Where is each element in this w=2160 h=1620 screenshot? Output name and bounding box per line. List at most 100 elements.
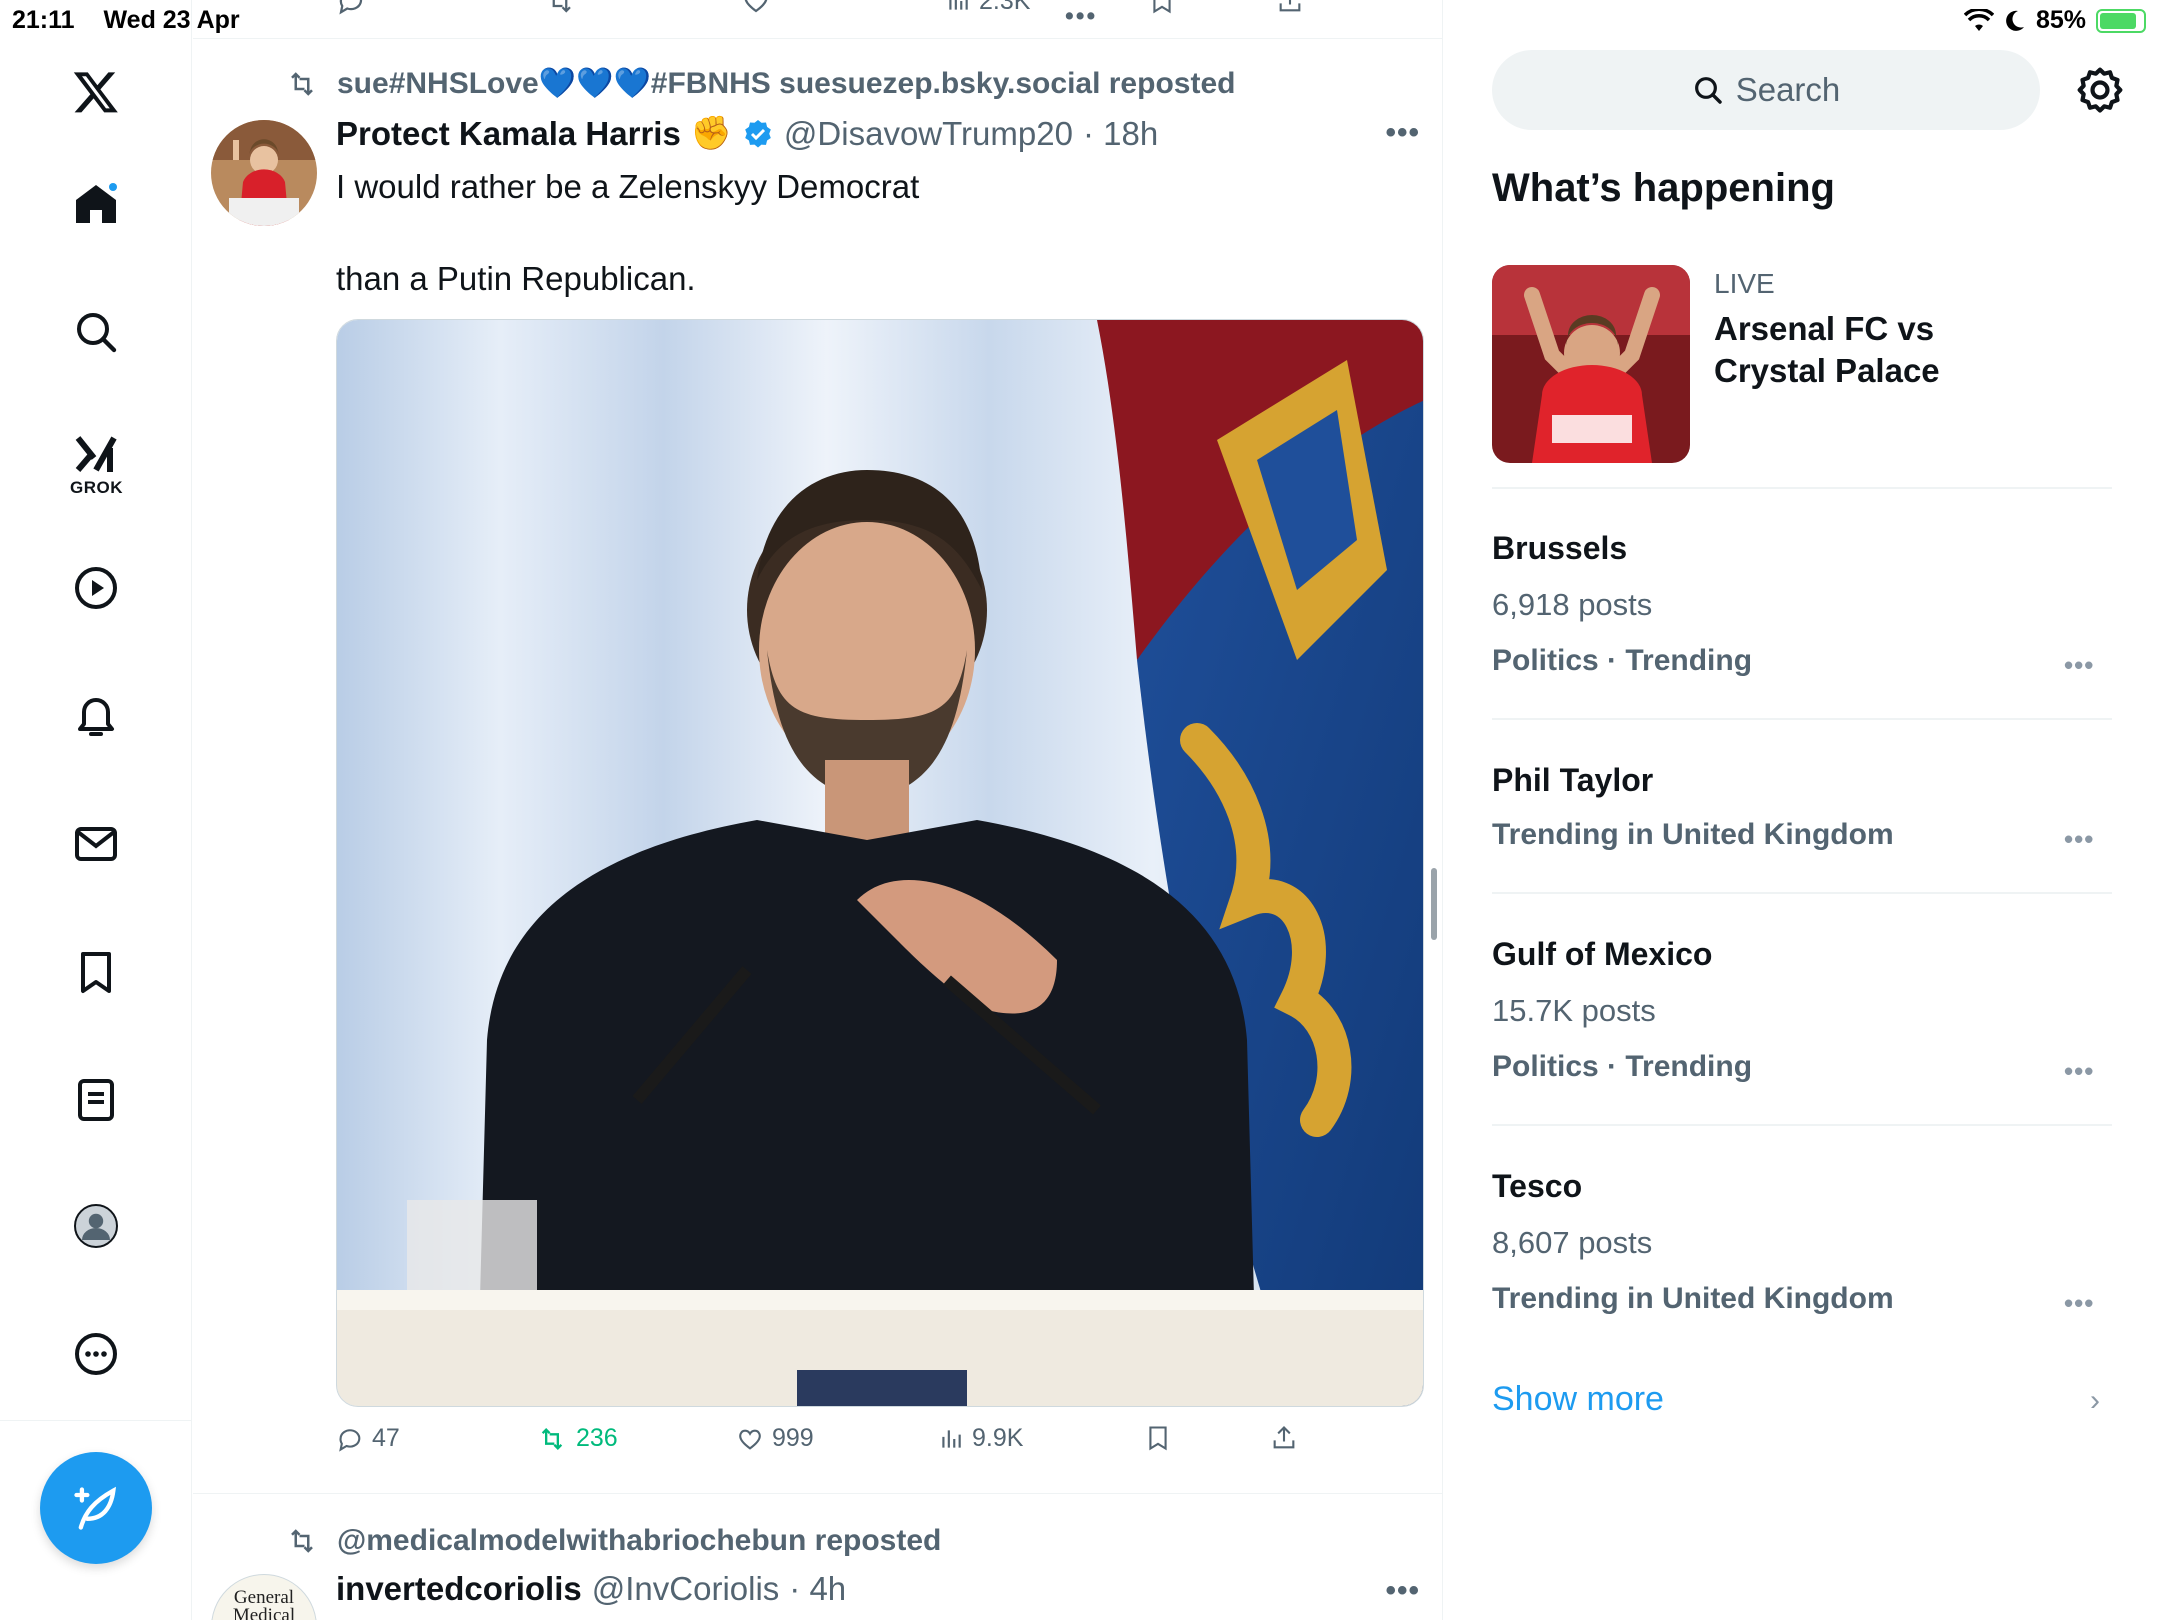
left-navigation: GROK [0, 0, 192, 1620]
more-options-icon[interactable] [68, 1326, 124, 1382]
trend-divider [1492, 487, 2112, 489]
search-icon[interactable] [68, 304, 124, 360]
repost-attribution[interactable]: @medicalmodelwithabriochebun reposted [285, 1524, 941, 1558]
tweet-separator [193, 38, 1442, 39]
live-label: LIVE [1714, 268, 1775, 299]
tweet-author-line: Protect Kamala Harris ✊ @DisavowTrump20 … [336, 114, 1158, 153]
author-handle[interactable]: @DisavowTrump20 [784, 115, 1073, 153]
author-name[interactable]: invertedcoriolis [336, 1570, 582, 1608]
window-drag-dots[interactable]: ••• [1065, 2, 1097, 31]
author-avatar[interactable]: General Medical [211, 1574, 317, 1620]
home-icon[interactable] [68, 176, 124, 232]
repost-icon[interactable] [543, 0, 577, 16]
previous-tweet-actions: 2.3K ••• [193, 0, 1442, 30]
repost-small-icon [291, 71, 313, 96]
nav-divider [0, 1420, 192, 1421]
trend-name[interactable]: Phil Taylor [1492, 762, 1653, 799]
grok-label: GROK [70, 478, 123, 497]
x-logo-icon[interactable] [68, 64, 124, 120]
search-placeholder: Search [1735, 71, 1841, 108]
avatar-text: Medical [232, 1605, 296, 1620]
views-button[interactable]: 9.9K [938, 1424, 1023, 1453]
messages-envelope-icon[interactable] [68, 816, 124, 872]
tweet-text-line: than a Putin Republican. [336, 260, 696, 297]
tweet-author-line: invertedcoriolis @InvCoriolis · 4h [336, 1570, 846, 1608]
trend-name[interactable]: Tesco [1492, 1168, 1582, 1205]
trend-category: Trending in United Kingdom [1492, 818, 1894, 851]
tweet-more-menu-icon[interactable]: ••• [1385, 116, 1420, 150]
reply-icon [339, 1428, 361, 1452]
bookmarks-icon[interactable] [68, 944, 124, 1000]
tweet-more-menu-icon[interactable]: ••• [1385, 1574, 1420, 1608]
author-handle[interactable]: @InvCoriolis [592, 1570, 780, 1608]
repost-count: 236 [576, 1424, 618, 1452]
trend-category: Politics · Trending [1492, 1050, 1753, 1083]
trend-name[interactable]: Brussels [1492, 530, 1627, 567]
reply-count: 47 [372, 1424, 400, 1452]
repost-attribution[interactable]: sue#NHSLove💙💙💙#FBNHS suesuezep.bsky.soci… [285, 66, 1235, 101]
compose-post-button[interactable] [40, 1452, 152, 1564]
tweet-time[interactable]: · 4h [789, 1570, 846, 1608]
video-icon[interactable] [68, 560, 124, 616]
trend-more-icon[interactable]: ••• [2064, 824, 2094, 855]
trend-name[interactable]: Gulf of Mexico [1492, 936, 1712, 973]
trend-category: Trending in United Kingdom [1492, 1282, 1894, 1315]
chevron-right-icon[interactable]: › [2090, 1384, 2100, 1418]
trend-divider [1492, 718, 2112, 720]
tweet-text-line: I would rather be a Zelenskyy Democrat [336, 168, 920, 205]
trend-more-icon[interactable]: ••• [2064, 650, 2094, 681]
search-icon [1694, 77, 1722, 104]
compose-feather-icon [74, 1486, 117, 1530]
previous-tweet-views[interactable]: 2.3K [945, 0, 1030, 16]
repost-attribution-text: @medicalmodelwithabriochebun reposted [337, 1524, 942, 1557]
search-input[interactable]: Search [1492, 50, 2040, 130]
trend-divider [1492, 1124, 2112, 1126]
split-view-divider-handle[interactable] [1431, 868, 1437, 940]
trend-category: Politics · Trending [1492, 644, 1753, 677]
like-count: 999 [772, 1424, 814, 1452]
repost-button[interactable]: 236 [536, 1424, 618, 1453]
timeline-feed: 2.3K ••• sue#NHSLove💙💙💙#FBNHS suesuezep.… [193, 0, 1443, 1620]
trend-post-count: 6,918 posts [1492, 587, 1653, 622]
reply-button[interactable]: 47 [336, 1424, 400, 1453]
share-button[interactable] [1270, 1424, 1298, 1452]
tweet-actions-bar: 47 236 999 9.9K [336, 1424, 1336, 1464]
whats-happening-heading: What’s happening [1492, 166, 1835, 210]
trend-more-icon[interactable]: ••• [2064, 1056, 2094, 1087]
reply-icon[interactable] [336, 0, 366, 16]
trend-post-count: 15.7K posts [1492, 993, 1656, 1028]
verified-badge-icon [745, 119, 771, 147]
previous-tweet-views-count: 2.3K [979, 0, 1031, 15]
like-icon [739, 1429, 761, 1450]
repost-small-icon [291, 1529, 313, 1553]
notifications-bell-icon[interactable] [68, 688, 124, 744]
bookmark-icon [1149, 1426, 1167, 1451]
live-event-thumbnail[interactable] [1492, 265, 1690, 463]
tweet-time[interactable]: · 18h [1083, 115, 1158, 153]
views-chart-icon [942, 1429, 961, 1448]
grok-icon[interactable] [68, 426, 124, 482]
lists-icon[interactable] [68, 1072, 124, 1128]
repost-attribution-text: sue#NHSLove💙💙💙#FBNHS suesuezep.bsky.soci… [337, 67, 1236, 100]
trend-post-count: 8,607 posts [1492, 1225, 1653, 1260]
trend-divider [1492, 892, 2112, 894]
show-more-link[interactable]: Show more [1492, 1380, 1664, 1419]
bookmark-button[interactable] [1144, 1424, 1172, 1452]
views-count: 9.9K [972, 1424, 1024, 1452]
trend-more-icon[interactable]: ••• [2064, 1288, 2094, 1319]
tweet-separator [193, 1493, 1442, 1494]
bookmark-icon[interactable] [1148, 0, 1176, 16]
share-icon[interactable] [1276, 0, 1304, 16]
author-name[interactable]: Protect Kamala Harris [336, 115, 681, 153]
profile-avatar-icon[interactable] [68, 1198, 124, 1254]
like-icon[interactable] [741, 0, 771, 16]
share-icon [1273, 1426, 1295, 1449]
author-avatar[interactable] [211, 120, 317, 226]
repost-icon [541, 1427, 563, 1450]
tweet-photo[interactable] [336, 319, 1424, 1407]
right-sidebar: Search What’s happening LIVE Arsenal FC … [1444, 0, 2160, 1620]
live-event-title[interactable]: Arsenal FC vs Crystal Palace [1714, 308, 2014, 392]
like-button[interactable]: 999 [736, 1424, 814, 1453]
settings-gear-icon[interactable] [2072, 62, 2128, 118]
author-emoji: ✊ [690, 114, 732, 151]
